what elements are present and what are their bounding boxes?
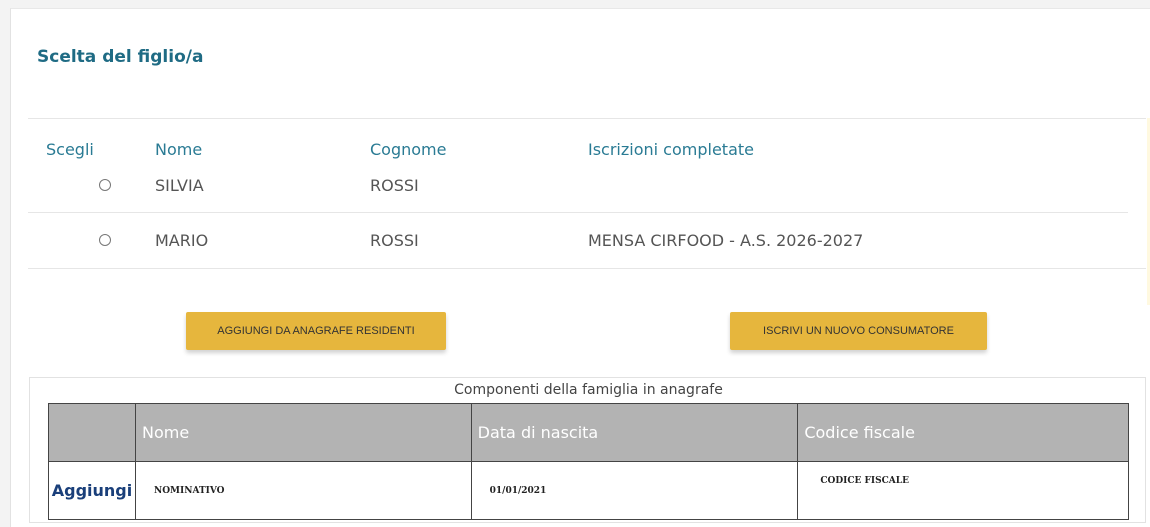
- family-panel: Componenti della famiglia in anagrafe No…: [29, 377, 1146, 523]
- row-divider: [28, 268, 1146, 269]
- member-birth-date: 01/01/2021: [470, 461, 799, 520]
- header-choose: Scegli: [46, 140, 94, 159]
- section-title: Scelta del figlio/a: [37, 47, 204, 67]
- divider: [28, 118, 1146, 119]
- select-radio-silvia[interactable]: [99, 179, 111, 191]
- header-family-name: Nome: [134, 403, 472, 462]
- row-divider: [28, 212, 1128, 213]
- header-name: Nome: [155, 140, 203, 159]
- enroll-new-consumer-button[interactable]: ISCRIVI UN NUOVO CONSUMATORE: [730, 312, 987, 350]
- header-enrollments: Iscrizioni completate: [588, 140, 754, 159]
- header-blank: [48, 403, 136, 462]
- add-from-registry-button[interactable]: AGGIUNGI DA ANAGRAFE RESIDENTI: [186, 312, 446, 350]
- page: Scelta del figlio/a Scegli Nome Cognome …: [0, 0, 1150, 527]
- family-table-header: Nome Data di nascita Codice fiscale: [48, 403, 1129, 462]
- header-birth-date: Data di nascita: [470, 403, 799, 462]
- family-table: Nome Data di nascita Codice fiscale Aggi…: [48, 403, 1129, 520]
- header-surname: Cognome: [370, 140, 447, 159]
- child-name: SILVIA: [155, 176, 204, 195]
- table-row: Aggiungi NOMINATIVO 01/01/2021 CODICE FI…: [48, 461, 1129, 520]
- child-surname: ROSSI: [370, 176, 419, 195]
- family-caption: Componenti della famiglia in anagrafe: [454, 382, 723, 398]
- child-enrollments: MENSA CIRFOOD - A.S. 2026-2027: [588, 231, 864, 250]
- child-surname: ROSSI: [370, 231, 419, 250]
- child-name: MARIO: [155, 231, 209, 250]
- member-name: NOMINATIVO: [134, 461, 472, 520]
- select-radio-mario[interactable]: [99, 234, 111, 246]
- member-tax-code: CODICE FISCALE: [797, 461, 1129, 520]
- header-tax-code: Codice fiscale: [797, 403, 1129, 462]
- add-member-link[interactable]: Aggiungi: [48, 461, 136, 520]
